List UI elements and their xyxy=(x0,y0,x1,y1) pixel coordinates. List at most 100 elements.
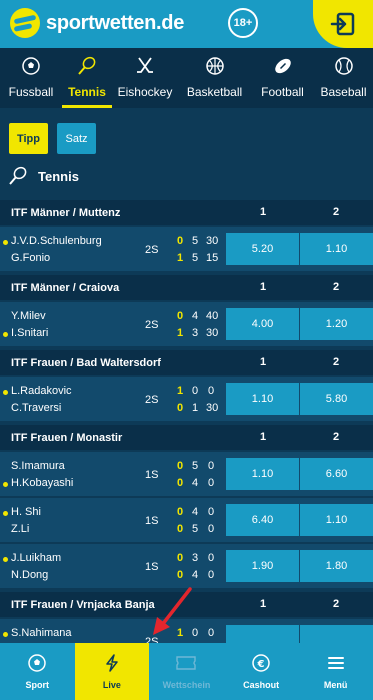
bottom-nav: Sport Live Wettschein € Cashout Menü xyxy=(0,643,373,700)
tab-tennis[interactable]: Tennis xyxy=(62,48,112,108)
nav-live[interactable]: Live xyxy=(74,643,150,700)
serve-indicator-icon xyxy=(3,240,8,245)
score-home: 0 xyxy=(176,552,184,564)
league-name: ITF Frauen / Bad Waltersdorf xyxy=(11,356,161,369)
tab-baseball[interactable]: Baseball xyxy=(314,48,373,108)
score-away: 4 xyxy=(191,569,199,581)
tab-eishockey[interactable]: Eishockey xyxy=(112,48,178,108)
score-away: 1 xyxy=(191,402,199,414)
score-away: 0 xyxy=(207,569,215,581)
player-away: G.Fonio xyxy=(11,252,51,264)
player-away: Z.Li xyxy=(11,523,30,535)
tab-label: Football xyxy=(261,85,304,99)
tennis-racket-icon xyxy=(77,56,97,76)
league-block: ITF Frauen / Bad Waltersdorf 1 2 L.Radakovi… xyxy=(0,350,373,421)
league-name: ITF Männer / Craiova xyxy=(11,281,120,294)
league-header: ITF Männer / Craiova 1 2 xyxy=(0,275,373,300)
odds-away-button[interactable]: 1.10 xyxy=(300,504,373,536)
odds-away-button[interactable]: 5.80 xyxy=(300,383,373,415)
nav-wettschein[interactable]: Wettschein xyxy=(149,643,224,700)
odds-home-button[interactable]: 4.00 xyxy=(226,308,299,340)
nav-cashout[interactable]: € Cashout xyxy=(224,643,299,700)
serve-indicator-icon xyxy=(3,482,8,487)
score-away: 1 xyxy=(176,252,184,264)
odds-home-button[interactable]: 5.20 xyxy=(226,233,299,265)
score-away: 0 xyxy=(176,569,184,581)
score-home: 40 xyxy=(206,310,219,322)
league-header: ITF Frauen / Monastir 1 2 xyxy=(0,425,373,450)
odds-home-button[interactable]: 6.40 xyxy=(226,504,299,536)
player-home: J.Luikham xyxy=(11,552,62,564)
serve-indicator-icon xyxy=(3,332,8,337)
column-home-label: 1 xyxy=(260,206,267,218)
serve-indicator-icon xyxy=(3,390,8,395)
league-block: ITF Frauen / Monastir 1 2 S.Imamura H.Kobaya… xyxy=(0,425,373,588)
odds-home-button[interactable]: 1.10 xyxy=(226,383,299,415)
serve-indicator-icon xyxy=(3,511,8,516)
tab-football[interactable]: Football xyxy=(251,48,314,108)
match-row[interactable]: J.V.D.Schulenburg G.Fonio 2S 0 1 5 5 30 15 5.20 1.… xyxy=(0,227,373,271)
league-block: ITF Männer / Muttenz 1 2 J.V.D.Schulenburg G… xyxy=(0,200,373,271)
score-home: 0 xyxy=(207,552,215,564)
tab-label: Basketball xyxy=(186,85,243,99)
odds-away-button[interactable]: 1.20 xyxy=(300,308,373,340)
current-set: 2S xyxy=(145,319,159,331)
score-home: 4 xyxy=(191,506,199,518)
score-home: 0 xyxy=(176,460,184,472)
ticket-icon xyxy=(176,653,197,673)
section-title: Tennis xyxy=(38,168,79,184)
match-row[interactable]: Y.Milev I.Snitari 2S 0 1 4 3 40 30 4.00 1.20 xyxy=(0,302,373,346)
tab-label: Tennis xyxy=(68,85,106,99)
odds-home-button[interactable]: 1.10 xyxy=(226,458,299,490)
player-home: S.Imamura xyxy=(11,460,65,472)
score-home: 5 xyxy=(191,235,199,247)
bet-filters: Tipp Satz xyxy=(9,123,96,154)
column-away-label: 2 xyxy=(333,431,340,443)
tab-basketball[interactable]: Basketball xyxy=(178,48,251,108)
red-arrow-annotation xyxy=(153,587,192,635)
odds-away-button[interactable]: 1.80 xyxy=(300,550,373,582)
player-home: S.Nahimana xyxy=(11,627,72,639)
logo-text: sportwetten.de xyxy=(46,11,185,34)
logo-icon xyxy=(10,8,40,38)
score-home: 0 xyxy=(207,385,215,397)
logo[interactable]: sportwetten.de xyxy=(10,8,184,38)
odds-away-button[interactable]: 6.60 xyxy=(300,458,373,490)
score-away: 0 xyxy=(176,523,184,535)
column-home-label: 1 xyxy=(260,598,267,610)
age-restriction-badge: 18+ xyxy=(228,8,258,38)
odds-home-button[interactable]: 1.90 xyxy=(226,550,299,582)
lightning-icon xyxy=(102,653,122,673)
score-away: 30 xyxy=(206,402,219,414)
odds-away-button[interactable]: 1.10 xyxy=(300,233,373,265)
league-name: ITF Frauen / Vrnjacka Banja xyxy=(11,598,155,611)
match-row[interactable]: S.Imamura H.Kobayashi 1S 0 0 5 4 0 0 1.10 6.60 xyxy=(0,452,373,496)
nav-label: Live xyxy=(102,680,121,690)
filter-tipp-button[interactable]: Tipp xyxy=(9,123,48,154)
column-home-label: 1 xyxy=(260,431,267,443)
nav-sport[interactable]: Sport xyxy=(0,643,75,700)
nav-menu[interactable]: Menü xyxy=(298,643,373,700)
tab-fussball[interactable]: Fussball xyxy=(0,48,62,108)
match-row[interactable]: J.Luikham N.Dong 1S 0 0 3 4 0 0 1.90 1.80 xyxy=(0,544,373,588)
american-football-icon xyxy=(273,56,293,76)
current-set: 2S xyxy=(145,244,159,256)
app-header: sportwetten.de 18+ xyxy=(0,0,373,48)
player-home: H. Shi xyxy=(11,506,41,518)
score-away: 0 xyxy=(176,477,184,489)
player-home: L.Radakovic xyxy=(11,385,72,397)
tab-label: Eishockey xyxy=(117,85,173,99)
match-row[interactable]: L.Radakovic C.Traversi 2S 1 0 0 1 0 30 1.10 5.80 xyxy=(0,377,373,421)
serve-indicator-icon xyxy=(3,557,8,562)
login-button[interactable] xyxy=(313,0,373,48)
basketball-icon xyxy=(205,56,225,76)
column-home-label: 1 xyxy=(260,356,267,368)
score-away: 0 xyxy=(176,402,184,414)
filter-satz-button[interactable]: Satz xyxy=(57,123,96,154)
score-home: 4 xyxy=(191,310,199,322)
match-row[interactable]: H. Shi Z.Li 1S 0 0 4 5 0 0 6.40 1.10 xyxy=(0,498,373,542)
league-header: ITF Frauen / Bad Waltersdorf 1 2 xyxy=(0,350,373,375)
svg-text:€: € xyxy=(257,659,265,670)
score-away: 1 xyxy=(176,327,184,339)
score-away: 5 xyxy=(191,252,199,264)
